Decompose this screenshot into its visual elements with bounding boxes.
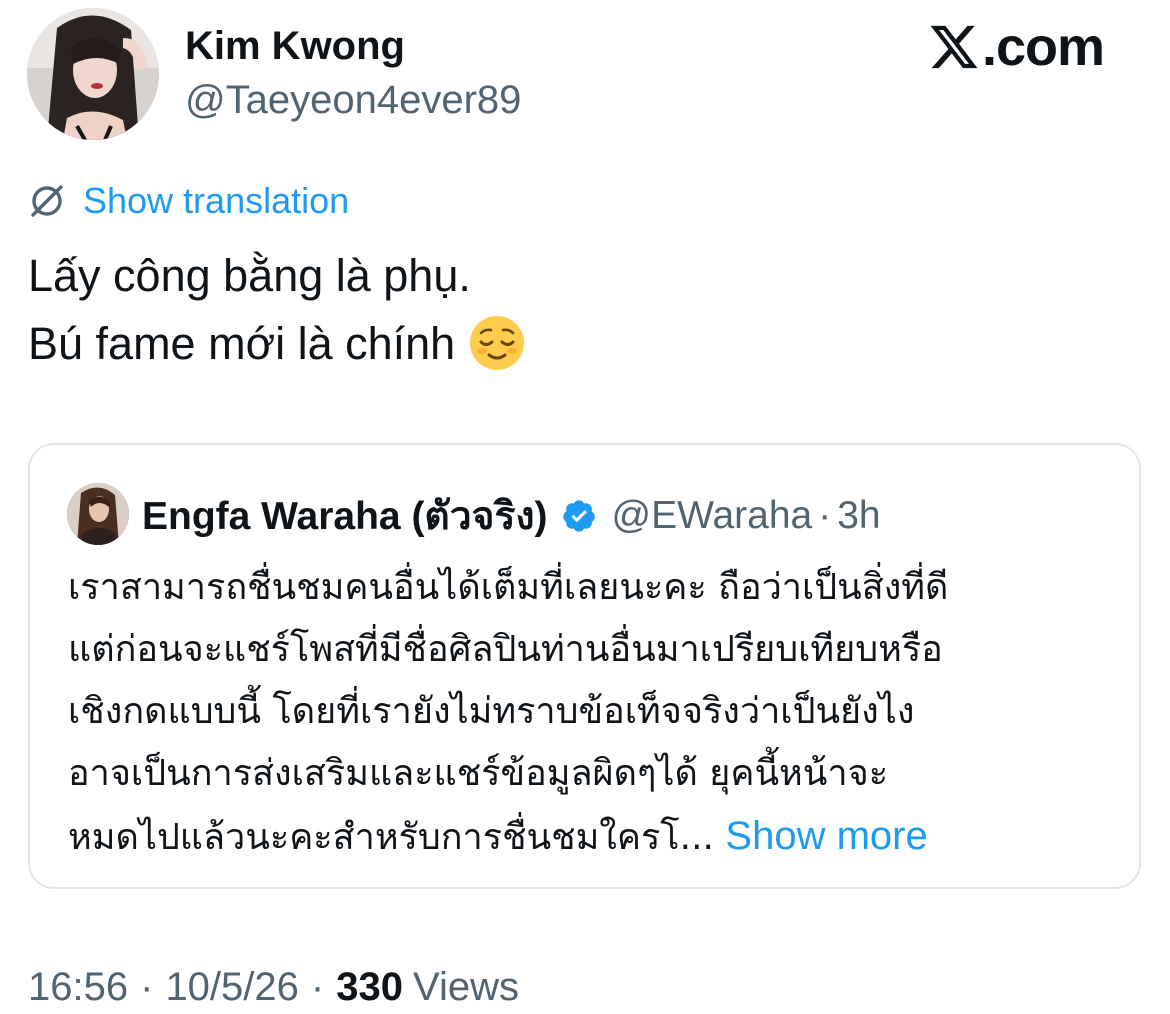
- x-brand: .com: [928, 14, 1105, 80]
- translate-globe-icon: [31, 185, 63, 217]
- tweet-time[interactable]: 16:56: [28, 965, 128, 1010]
- x-logo-icon: [930, 25, 978, 69]
- tweet-line: Bú fame mới là chính: [28, 310, 525, 378]
- quoted-line: เราสามารถชื่นชมคนอื่นได้เต็มที่เลยนะคะ ถ…: [68, 567, 949, 608]
- quoted-tweet-header: Engfa Waraha (ตัวจริง) @EWaraha · 3h: [142, 485, 881, 547]
- author-avatar[interactable]: [27, 8, 159, 140]
- quoted-line: หมดไปแล้วนะคะสำหรับการชื่นชมใครโ... Show…: [68, 805, 1128, 867]
- show-more-link[interactable]: Show more: [725, 814, 927, 858]
- quoted-tweet-text: เราสามารถชื่นชมคนอื่นได้เต็มที่เลยนะคะ ถ…: [68, 557, 1128, 867]
- quoted-line: อาจเป็นการส่งเสริมและแชร์ข้อมูลผิดๆได้ ย…: [68, 753, 889, 794]
- author-name[interactable]: Kim Kwong: [185, 20, 405, 72]
- header-separator: ·: [818, 494, 832, 537]
- quoted-line-text: หมดไปแล้วนะคะสำหรับการชื่นชมใครโ...: [68, 817, 714, 858]
- show-translation-link[interactable]: Show translation: [83, 180, 349, 222]
- meta-separator: ·: [310, 964, 325, 1009]
- verified-badge-icon: [563, 500, 596, 532]
- quoted-author-handle[interactable]: @EWaraha: [611, 494, 812, 538]
- quoted-author-name[interactable]: Engfa Waraha (ตัวจริง): [142, 485, 547, 547]
- quoted-line: เชิงกดแบบนี้ โดยที่เรายังไม่ทราบข้อเท็จจ…: [68, 691, 915, 732]
- tweet-line-text: Bú fame mới là chính: [28, 318, 456, 369]
- tweet-date[interactable]: 10/5/26: [165, 965, 298, 1010]
- quoted-avatar-photo: [67, 483, 129, 545]
- tweet-text: Lấy công bằng là phụ. Bú fame mới là chí…: [28, 242, 525, 378]
- quoted-author-avatar[interactable]: [67, 483, 129, 545]
- tweet-meta: 16:56 · 10/5/26 · 330 Views: [28, 960, 519, 1014]
- quoted-tweet-time[interactable]: 3h: [837, 494, 880, 538]
- quoted-tweet-card[interactable]: Engfa Waraha (ตัวจริง) @EWaraha · 3h เรา…: [28, 443, 1141, 889]
- quoted-line: แต่ก่อนจะแชร์โพสที่มีชื่อศิลปินท่านอื่นม…: [68, 629, 943, 670]
- views-label: Views: [412, 964, 519, 1009]
- tweet-line: Lấy công bằng là phụ.: [28, 250, 471, 301]
- relieved-face-emoji: [469, 315, 525, 390]
- x-site-label: .com: [982, 17, 1105, 77]
- translate-row[interactable]: Show translation: [27, 178, 349, 224]
- meta-separator: ·: [140, 964, 154, 1009]
- views-count: 330: [336, 964, 403, 1009]
- avatar-photo: [27, 8, 159, 140]
- author-handle[interactable]: @Taeyeon4ever89: [185, 74, 521, 126]
